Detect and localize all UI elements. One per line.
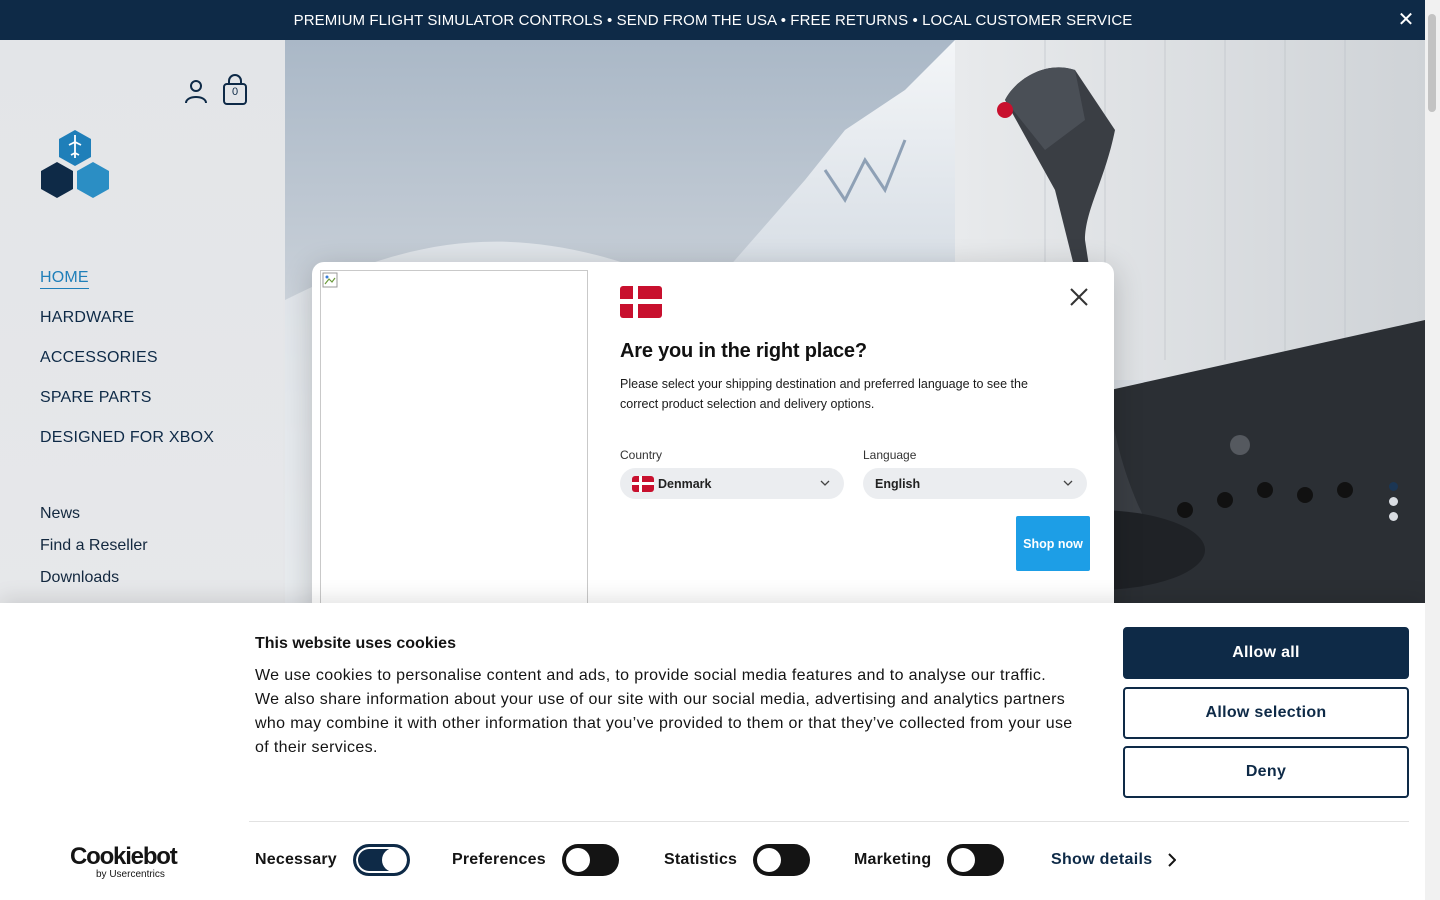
language-value: English (875, 476, 921, 491)
chevron-down-icon (1063, 480, 1073, 486)
show-details-link[interactable]: Show details (1051, 851, 1177, 869)
cart-count: 0 (231, 86, 239, 98)
nav-link-news[interactable]: News (40, 504, 148, 536)
modal-title: Are you in the right place? (620, 340, 867, 362)
toggle-marketing: Marketing (854, 843, 1005, 877)
nav-item-label: ACCESSORIES (40, 349, 158, 366)
cookiebot-brand: Cookiebot (70, 843, 178, 870)
language-label: Language (863, 448, 917, 462)
nav-item-label: HOME (40, 269, 89, 289)
nav-item-label: DESIGNED FOR XBOX (40, 429, 215, 446)
marketing-toggle[interactable] (947, 844, 1005, 876)
main-navigation: HOME HARDWARE ACCESSORIES SPARE PARTS DE… (40, 268, 214, 468)
chevron-down-icon (820, 480, 830, 486)
allow-selection-button[interactable]: Allow selection (1123, 687, 1409, 739)
banner-text: PREMIUM FLIGHT SIMULATOR CONTROLS • SEND… (293, 11, 1133, 29)
brand-logo[interactable] (38, 128, 112, 202)
show-details-label: Show details (1051, 851, 1153, 868)
nav-link-find-reseller[interactable]: Find a Reseller (40, 536, 148, 568)
allow-all-button[interactable]: Allow all (1123, 627, 1409, 679)
cookie-title: This website uses cookies (255, 635, 456, 652)
page-scrollbar[interactable] (1425, 0, 1440, 900)
cookie-divider (249, 821, 1409, 822)
toggle-label: Marketing (854, 851, 932, 868)
slide-dot-3[interactable] (1389, 512, 1398, 521)
announcement-banner: PREMIUM FLIGHT SIMULATOR CONTROLS • SEND… (0, 0, 1440, 40)
slide-dot-2[interactable] (1389, 497, 1398, 506)
denmark-flag-icon (620, 286, 662, 318)
nav-item-label: SPARE PARTS (40, 389, 152, 406)
cookie-consent-banner: This website uses cookies We use cookies… (0, 603, 1425, 900)
nav-link-downloads[interactable]: Downloads (40, 568, 148, 600)
necessary-toggle[interactable] (352, 844, 410, 876)
account-icon[interactable] (183, 78, 209, 104)
toggle-label: Statistics (664, 851, 738, 868)
toggle-preferences: Preferences (452, 843, 619, 877)
slide-dot-1[interactable] (1389, 482, 1398, 491)
scrollbar-thumb[interactable] (1428, 14, 1436, 112)
cookiebot-logo[interactable]: Cookiebot by Usercentrics (70, 843, 180, 881)
chevron-right-icon (1168, 853, 1177, 867)
toggle-label: Necessary (255, 851, 337, 868)
nav-item-hardware[interactable]: HARDWARE (40, 308, 214, 348)
country-label: Country (620, 448, 663, 462)
shop-now-button[interactable]: Shop now (1016, 516, 1090, 571)
broken-image-icon (322, 272, 338, 288)
modal-description: Please select your shipping destination … (620, 377, 1028, 411)
nav-item-home[interactable]: HOME (40, 268, 214, 308)
deny-button[interactable]: Deny (1123, 746, 1409, 798)
modal-image-placeholder (320, 270, 588, 622)
toggle-necessary: Necessary (255, 843, 410, 877)
country-select[interactable]: Denmark (620, 468, 844, 499)
banner-close-icon[interactable]: ✕ (1396, 10, 1416, 30)
nav-item-accessories[interactable]: ACCESSORIES (40, 348, 214, 388)
slideshow-dots (1389, 482, 1403, 527)
cart-button[interactable]: 0 (220, 74, 250, 106)
nav-item-designed-for-xbox[interactable]: DESIGNED FOR XBOX (40, 428, 214, 468)
language-select[interactable]: English (863, 468, 1087, 499)
nav-item-label: HARDWARE (40, 309, 135, 326)
country-value: Denmark (658, 476, 712, 491)
preferences-toggle[interactable] (561, 844, 619, 876)
country-selector-modal: Are you in the right place? Please selec… (312, 262, 1114, 622)
cookiebot-sub: by Usercentrics (96, 869, 165, 880)
toggle-statistics: Statistics (664, 843, 811, 877)
statistics-toggle[interactable] (753, 844, 811, 876)
cookie-description: We use cookies to personalise content an… (255, 667, 1073, 756)
toggle-label: Preferences (452, 851, 546, 868)
nav-item-spare-parts[interactable]: SPARE PARTS (40, 388, 214, 428)
secondary-navigation: News Find a Reseller Downloads (40, 504, 148, 600)
denmark-flag-icon (632, 475, 654, 492)
modal-close-icon[interactable] (1068, 286, 1090, 308)
